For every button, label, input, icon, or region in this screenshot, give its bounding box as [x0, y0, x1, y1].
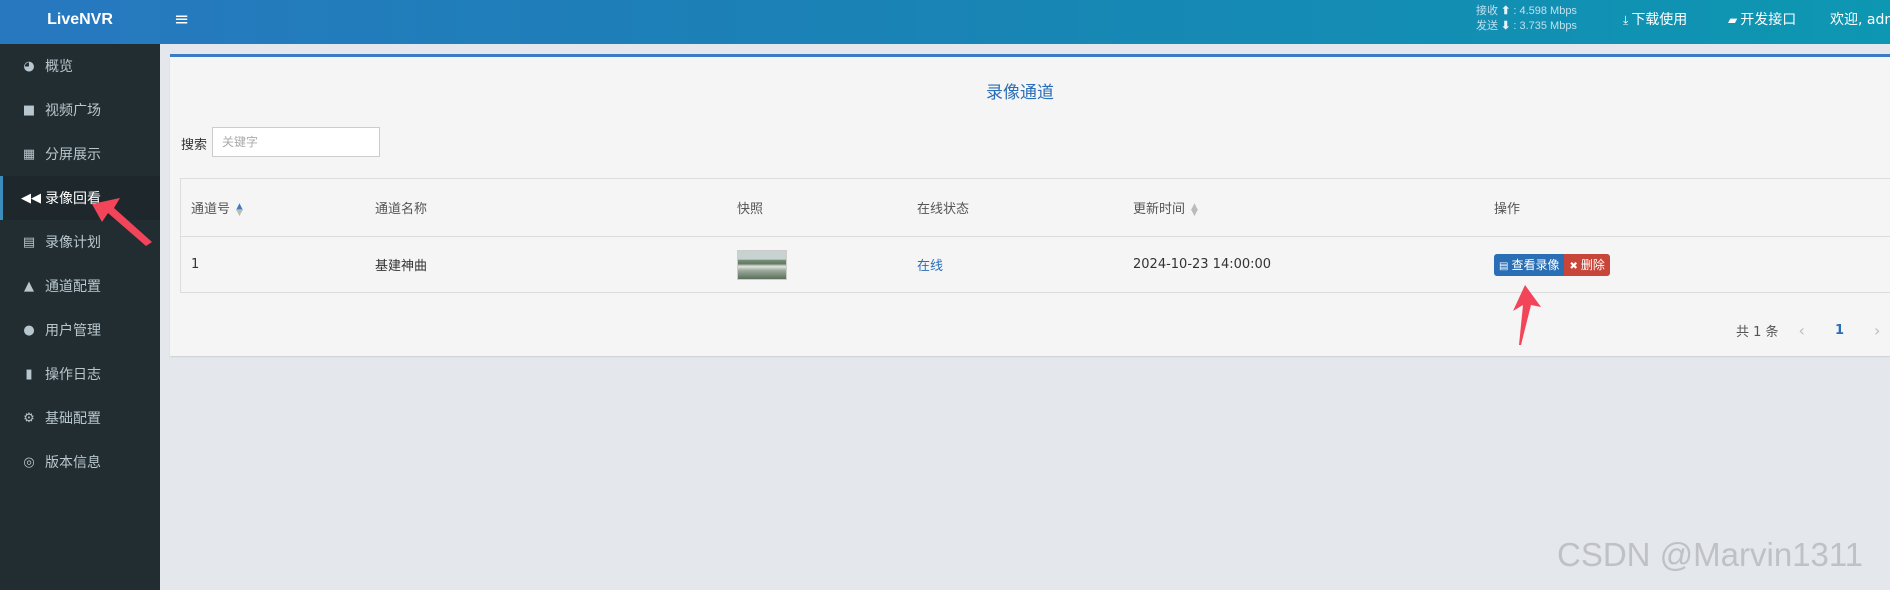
send-label: 发送 [1476, 20, 1498, 32]
col-updated-label: 更新时间 [1133, 202, 1186, 217]
users-icon: ● [23, 322, 35, 338]
network-stats: 接收 ⬆ : 4.598 Mbps 发送 ⬇ : 3.735 Mbps [1476, 5, 1577, 32]
support-icon: ◎ [23, 454, 35, 470]
sidebar-item-label: 操作日志 [45, 367, 101, 383]
sidebar-item-label: 版本信息 [45, 455, 101, 471]
col-channel-label: 通道号 [191, 202, 231, 217]
brand-logo[interactable]: LiveNVR [0, 0, 160, 44]
sidebar-item[interactable]: ▤ 录像计划 [0, 220, 160, 264]
snapshot-image [737, 249, 787, 280]
view-recording-button[interactable]: ▤ 查看录像 [1494, 253, 1565, 276]
rewind-icon: ◀◀ [21, 190, 41, 206]
arrow-up-icon: ⬆ [1501, 5, 1511, 17]
next-page-button[interactable]: › [1874, 321, 1880, 340]
snapshot-thumbnail[interactable] [737, 249, 787, 280]
page-title: 录像通道 [986, 83, 1054, 103]
sidebar-item-label: 视频广场 [45, 103, 101, 119]
road-icon: ▲ [24, 278, 34, 294]
recv-value: 4.598 Mbps [1519, 5, 1577, 17]
sidebar-item-label: 通道配置 [45, 279, 101, 295]
sort-icon: ▲ ▼ [1191, 201, 1198, 218]
col-channel[interactable]: 通道号 ▲ ▼ [191, 198, 243, 217]
row-actions: ▤ 查看录像 ✖ 删除 [1494, 253, 1610, 276]
arrow-down-icon: ⬇ [1501, 20, 1511, 32]
sidebar-item-label: 录像回看 [45, 191, 101, 207]
sidebar-item[interactable]: ▲ 通道配置 [0, 264, 160, 308]
view-recording-label: 查看录像 [1511, 257, 1560, 272]
search-label: 搜索 [181, 138, 208, 153]
col-name: 通道名称 [375, 202, 428, 217]
sidebar-item[interactable]: ■ 视频广场 [0, 88, 160, 132]
sidebar-item[interactable]: ◀◀ 录像回看 [0, 176, 160, 220]
calendar-icon: ▤ [22, 234, 36, 250]
send-value: 3.735 Mbps [1519, 20, 1577, 32]
hamburger-icon[interactable]: ≡ [174, 9, 189, 30]
channels-table: 通道号 ▲ ▼ 通道名称 快照 在线状态 更新时间 ▲ ▼ 操作 1 基建神曲 在线 2… [180, 178, 1890, 293]
pagination: 共 1 条 ‹ 1 › [1736, 321, 1880, 340]
book-icon: ▰ [1728, 13, 1738, 27]
prev-page-button[interactable]: ‹ [1799, 321, 1805, 340]
search-input[interactable] [212, 127, 380, 157]
file-icon: ▮ [25, 366, 33, 382]
sort-icon: ▲ ▼ [236, 201, 243, 218]
sidebar-item[interactable]: ▮ 操作日志 [0, 352, 160, 396]
file-video-icon: ▤ [1499, 260, 1509, 272]
sidebar-item-label: 录像计划 [45, 235, 101, 251]
user-menu[interactable]: 欢迎, adm [1830, 0, 1890, 40]
video-camera-icon: ■ [22, 102, 36, 118]
sidebar-item[interactable]: ● 用户管理 [0, 308, 160, 352]
sidebar-item-label: 用户管理 [45, 323, 101, 339]
gears-icon: ⚙ [23, 410, 35, 426]
col-actions: 操作 [1494, 202, 1521, 217]
sidebar-item[interactable]: ◎ 版本信息 [0, 440, 160, 484]
table-header: 通道号 ▲ ▼ 通道名称 快照 在线状态 更新时间 ▲ ▼ 操作 [181, 179, 1890, 237]
col-updated[interactable]: 更新时间 ▲ ▼ [1133, 198, 1198, 217]
api-label: 开发接口 [1740, 12, 1797, 28]
cell-channel: 1 [191, 257, 200, 272]
dashboard-icon: ◕ [23, 58, 35, 74]
grid-icon: ▦ [22, 146, 36, 162]
sidebar-item-label: 基础配置 [45, 411, 101, 427]
col-snapshot: 快照 [737, 202, 764, 217]
delete-button[interactable]: ✖ 删除 [1564, 253, 1610, 276]
pagination-total: 共 1 条 [1736, 325, 1779, 340]
recording-channels-panel: 录像通道 搜索 通道号 ▲▼ 通道名称 快照 在线状态 更新时间 ▲▼ 操作 1 基… [170, 54, 1890, 356]
download-icon: ⤓ [1623, 13, 1629, 27]
cell-updated: 2024-10-23 14:00:00 [1133, 257, 1272, 272]
sidebar-item-label: 分屏展示 [45, 147, 101, 163]
sidebar-item[interactable]: ◕ 概览 [0, 44, 160, 88]
status-online-link[interactable]: 在线 [917, 255, 943, 274]
table-row: 1 基建神曲 在线 2024-10-23 14:00:00 ▤ 查看录像 ✖ 删除 [181, 237, 1890, 292]
col-status: 在线状态 [917, 202, 970, 217]
sidebar-item-label: 概览 [45, 59, 73, 75]
sidebar-item[interactable]: ⚙ 基础配置 [0, 396, 160, 440]
sidebar-item[interactable]: ▦ 分屏展示 [0, 132, 160, 176]
close-icon: ✖ [1569, 260, 1578, 272]
recv-label: 接收 [1476, 5, 1498, 17]
page-button-current[interactable]: 1 [1835, 323, 1844, 338]
download-link[interactable]: ⤓ 下载使用 [1623, 0, 1687, 40]
sidebar: ◕ 概览 ■ 视频广场 ▦ 分屏展示 ◀◀ 录像回看 ▤ 录像计划 ▲ 通道配置 ● 用户管理 ▮ 操作日志 ⚙… [0, 44, 160, 590]
watermark: CSDN @Marvin1311 [1557, 536, 1864, 573]
delete-label: 删除 [1580, 257, 1605, 272]
cell-name: 基建神曲 [375, 259, 428, 274]
api-docs-link[interactable]: ▰ 开发接口 [1728, 0, 1796, 40]
top-header: LiveNVR ≡ 接收 ⬆ : 4.598 Mbps 发送 ⬇ : 3.735… [0, 0, 1890, 44]
download-label: 下载使用 [1631, 12, 1688, 28]
